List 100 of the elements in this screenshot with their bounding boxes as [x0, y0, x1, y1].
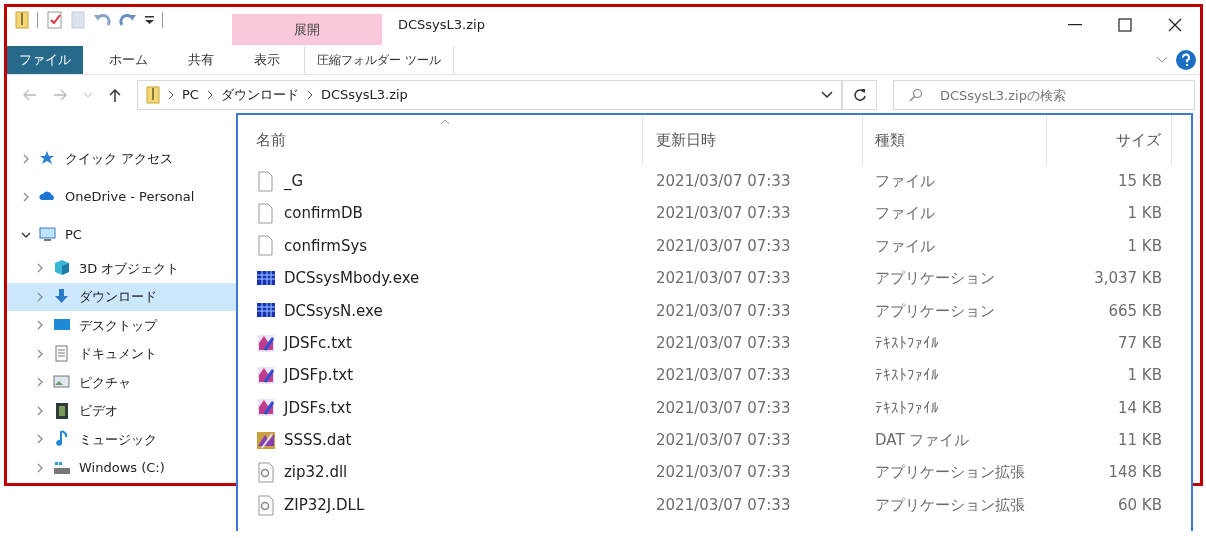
file-type: アプリケーション拡張 [875, 495, 1025, 514]
chevron-right-icon[interactable] [35, 434, 45, 445]
dropdown-icon[interactable] [145, 16, 154, 24]
properties-icon[interactable] [47, 11, 63, 29]
colorful-document-icon [256, 365, 276, 387]
search-icon [909, 88, 923, 102]
ribbon-tab[interactable]: 共有 [174, 46, 228, 74]
chevron-down-icon[interactable] [21, 230, 31, 240]
modified-date: 2021/03/07 07:33 [656, 398, 791, 417]
file-type: ファイル [875, 236, 935, 255]
breadcrumb-item[interactable]: ダウンロード [220, 85, 299, 105]
up-arrow-icon[interactable] [109, 88, 121, 102]
window-title: DCSsysL3.zip [398, 17, 485, 32]
file-name[interactable]: confirmDB [284, 202, 363, 225]
file-icon [256, 203, 276, 225]
file-name[interactable]: ZIP32J.DLL [284, 493, 365, 517]
file-size: 60 KB [1118, 494, 1162, 516]
modified-date: 2021/03/07 07:33 [656, 333, 791, 352]
refresh-button[interactable] [842, 80, 877, 110]
file-name[interactable]: zip32.dll [284, 461, 348, 484]
nav-item[interactable]: PC [7, 216, 237, 254]
nav-item[interactable]: ビデオ [7, 396, 237, 425]
back-arrow-icon[interactable] [23, 89, 37, 101]
file-type: ファイル [875, 204, 935, 223]
file-size: 11 KB [1118, 430, 1162, 452]
nav-item[interactable]: デスクトップ [7, 311, 237, 340]
nav-item[interactable]: ドキュメント [7, 339, 237, 368]
file-name[interactable]: _G [284, 169, 304, 193]
file-type: ファイル [875, 171, 935, 190]
nav-item[interactable]: ピクチャ [7, 368, 237, 397]
nav-item[interactable]: クイック アクセス [7, 140, 237, 178]
file-name[interactable]: confirmSys [284, 234, 368, 258]
chevron-right-icon[interactable] [35, 405, 45, 416]
file-name[interactable]: DCSsysN.exe [284, 299, 383, 322]
file-name[interactable]: JDSFp.txt [284, 364, 354, 387]
breadcrumb-item[interactable]: DCSsysL3.zip [320, 85, 408, 105]
nav-item[interactable]: ミュージック [7, 425, 237, 454]
modified-date: 2021/03/07 07:33 [656, 463, 791, 482]
contextual-tab-group: 展開 [232, 14, 382, 45]
colorful-document-icon [256, 332, 276, 354]
file-type: アプリケーション [875, 301, 995, 320]
file-name[interactable]: JDSFc.txt [284, 331, 352, 355]
file-size: 3,037 KB [1094, 268, 1162, 290]
nav-item[interactable]: ダウンロード [7, 282, 237, 311]
column-header[interactable]: 種類 [863, 115, 1047, 165]
file-size: 14 KB [1118, 397, 1162, 419]
nav-item[interactable]: 3D オブジェクト [7, 254, 237, 283]
file-name[interactable]: DCSsysMbody.exe [284, 267, 420, 290]
chevron-right-icon[interactable] [35, 320, 45, 331]
file-menu-tab[interactable]: ファイル [7, 46, 83, 74]
file-type: ﾃｷｽﾄﾌｧｲﾙ [875, 398, 939, 417]
separator-icon [37, 12, 39, 28]
file-name[interactable]: SSSS.dat [284, 429, 352, 452]
search-field[interactable]: DCSsysL3.zipの検索 [893, 80, 1195, 110]
breadcrumb-item[interactable]: PC [182, 85, 199, 105]
ribbon-tab[interactable]: 表示 [240, 46, 294, 74]
contextual-ribbon-tab[interactable]: 圧縮フォルダー ツール [304, 46, 454, 74]
document-icon [53, 344, 71, 363]
forward-arrow-icon[interactable] [53, 89, 67, 101]
address-bar[interactable]: PC ダウンロード DCSsysL3.zip [137, 80, 842, 110]
file-size: 665 KB [1108, 300, 1162, 322]
chevron-right-icon[interactable] [35, 263, 45, 274]
chevron-down-icon[interactable] [821, 91, 833, 99]
chevron-right-icon [206, 90, 213, 100]
undo-icon[interactable] [93, 12, 111, 28]
modified-date: 2021/03/07 07:33 [656, 431, 791, 450]
redo-icon[interactable] [119, 12, 137, 28]
zip-folder-icon [146, 86, 160, 104]
file-size: 1 KB [1127, 203, 1162, 225]
file-type: ﾃｷｽﾄﾌｧｲﾙ [875, 333, 939, 352]
chevron-right-icon[interactable] [35, 348, 45, 359]
column-header[interactable]: サイズ [1047, 115, 1172, 165]
refresh-icon[interactable] [852, 88, 867, 102]
maximize-icon [1116, 16, 1134, 34]
modified-date: 2021/03/07 07:33 [656, 171, 791, 190]
film-icon [53, 401, 71, 420]
modified-date: 2021/03/07 07:33 [656, 301, 791, 320]
ribbon-tab[interactable]: ホーム [95, 46, 162, 74]
chevron-right-icon[interactable] [21, 154, 31, 164]
close-icon [1166, 16, 1184, 34]
colorful-square-icon [256, 429, 276, 451]
nav-item[interactable]: OneDrive - Personal [7, 178, 237, 216]
nav-item[interactable]: Windows (C:) [7, 453, 237, 482]
modified-date: 2021/03/07 07:33 [656, 269, 791, 288]
chevron-right-icon[interactable] [35, 377, 45, 388]
file-name[interactable]: JDSFs.txt [284, 396, 352, 420]
column-header[interactable]: 更新日時 [643, 115, 863, 165]
chevron-right-icon[interactable] [21, 192, 31, 202]
chevron-right-icon [306, 90, 313, 100]
chevron-right-icon[interactable] [35, 291, 45, 302]
file-icon [256, 170, 276, 192]
file-type: DAT ファイル [875, 431, 970, 450]
chevron-right-icon[interactable] [35, 462, 45, 473]
help-icon[interactable] [1176, 50, 1196, 70]
file-type: アプリケーション拡張 [875, 463, 1025, 482]
file-size: 15 KB [1118, 170, 1162, 192]
chevron-right-icon [168, 90, 174, 100]
file-type: アプリケーション [875, 269, 995, 288]
column-header[interactable]: 名前 [238, 115, 643, 165]
modified-date: 2021/03/07 07:33 [656, 366, 791, 385]
